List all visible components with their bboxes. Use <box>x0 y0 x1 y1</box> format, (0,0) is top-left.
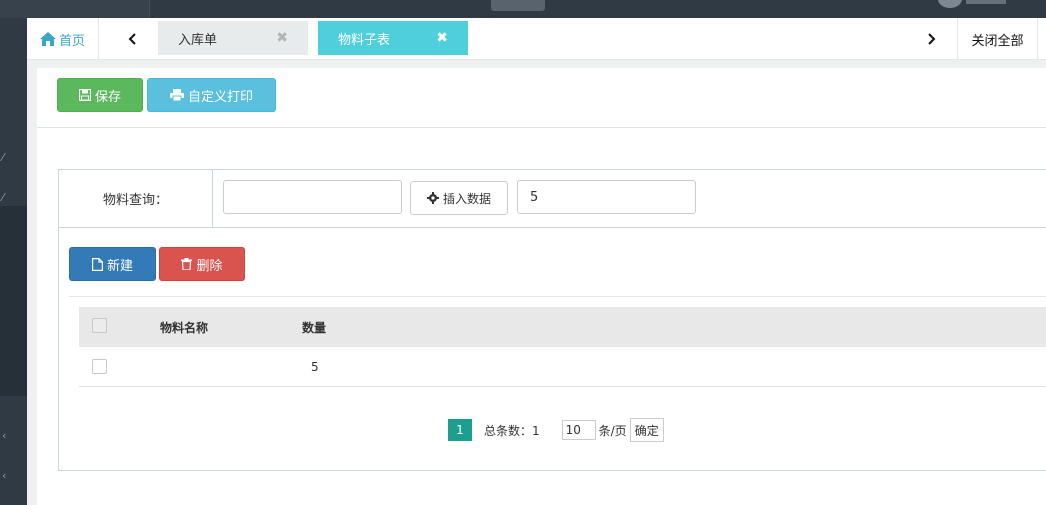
column-header-material-name[interactable]: 物料名称 <box>160 307 208 347</box>
new-label: 新建 <box>106 258 133 274</box>
delete-label: 删除 <box>196 258 223 274</box>
save-button[interactable]: 保存 <box>57 78 143 112</box>
top-header-bar <box>0 0 1046 18</box>
close-all-label: 关闭全部 <box>971 33 1024 49</box>
material-form: 物料查询： 插入数据 5 新建 删除 物料名称 数量 5 1 总条数：1 10 … <box>58 169 1046 471</box>
header-tab[interactable] <box>491 0 545 11</box>
confirm-button[interactable]: 确定 <box>629 418 664 442</box>
cell-quantity: 5 <box>311 360 319 374</box>
tab-home-label: 首页 <box>58 33 85 49</box>
chevron-right-icon <box>928 33 936 45</box>
file-icon <box>91 257 103 271</box>
page-tabs-bar: 首页 入库单 ✖ 物料子表 ✖ 关闭全部 <box>27 18 1046 60</box>
sidebar-expand-icon[interactable]: ⁄ <box>2 192 4 203</box>
select-all-checkbox[interactable] <box>92 318 107 333</box>
close-all-tabs-button[interactable]: 关闭全部 <box>957 18 1038 60</box>
home-icon <box>39 32 56 46</box>
sidebar: ⁄ ⁄ ‹ ‹ <box>0 18 27 505</box>
table-row[interactable]: 5 <box>79 347 1046 387</box>
tab-inbound-order[interactable]: 入库单 ✖ <box>158 21 308 55</box>
user-name[interactable] <box>966 0 1006 4</box>
sidebar-expand-icon[interactable]: ⁄ <box>2 152 4 163</box>
delete-button[interactable]: 删除 <box>159 247 245 281</box>
tabs-next-button[interactable] <box>912 18 952 60</box>
material-table: 物料名称 数量 5 <box>79 307 1046 387</box>
tab-label: 物料子表 <box>338 32 391 48</box>
query-label: 物料查询： <box>59 170 213 227</box>
page-button-current[interactable]: 1 <box>448 419 472 441</box>
gear-icon <box>426 192 439 204</box>
close-icon[interactable]: ✖ <box>436 30 448 46</box>
new-button[interactable]: 新建 <box>69 247 156 281</box>
print-icon <box>169 89 184 101</box>
trash-icon <box>181 258 193 270</box>
custom-print-button[interactable]: 自定义打印 <box>147 78 276 112</box>
per-page-label: 条/页 <box>598 423 627 438</box>
tabs-prev-button[interactable] <box>112 18 152 60</box>
chevron-left-icon <box>128 33 136 45</box>
divider <box>59 227 1046 228</box>
insert-data-button[interactable]: 插入数据 <box>410 181 508 215</box>
toolbar: 保存 自定义打印 <box>37 68 1046 128</box>
sidebar-collapse-icon[interactable]: ‹ <box>2 470 6 481</box>
tab-label: 入库单 <box>178 32 218 48</box>
row-checkbox[interactable] <box>92 359 107 374</box>
material-query-input[interactable] <box>223 180 402 214</box>
divider <box>69 296 1046 297</box>
insert-data-label: 插入数据 <box>442 191 491 206</box>
total-count: 总条数：1 <box>484 423 540 438</box>
user-avatar[interactable] <box>938 0 962 8</box>
tab-material-sub-table[interactable]: 物料子表 ✖ <box>318 21 468 55</box>
logo-area <box>0 0 150 18</box>
pagination: 1 总条数：1 10 条/页 确定 <box>448 418 664 442</box>
close-icon[interactable]: ✖ <box>276 30 288 46</box>
save-icon <box>78 89 91 101</box>
table-header: 物料名称 数量 <box>79 307 1046 347</box>
sidebar-collapse-icon[interactable]: ‹ <box>2 430 6 441</box>
page-size-input[interactable]: 10 <box>561 420 596 440</box>
content-panel: 保存 自定义打印 物料查询： 插入数据 5 新建 删除 物料名称 数量 5 1 … <box>37 68 1046 505</box>
save-label: 保存 <box>94 89 121 105</box>
print-label: 自定义打印 <box>187 89 253 105</box>
sidebar-active-section <box>0 206 27 396</box>
tab-home[interactable]: 首页 <box>27 18 99 60</box>
column-header-quantity[interactable]: 数量 <box>302 307 326 347</box>
value-input[interactable]: 5 <box>517 180 696 214</box>
